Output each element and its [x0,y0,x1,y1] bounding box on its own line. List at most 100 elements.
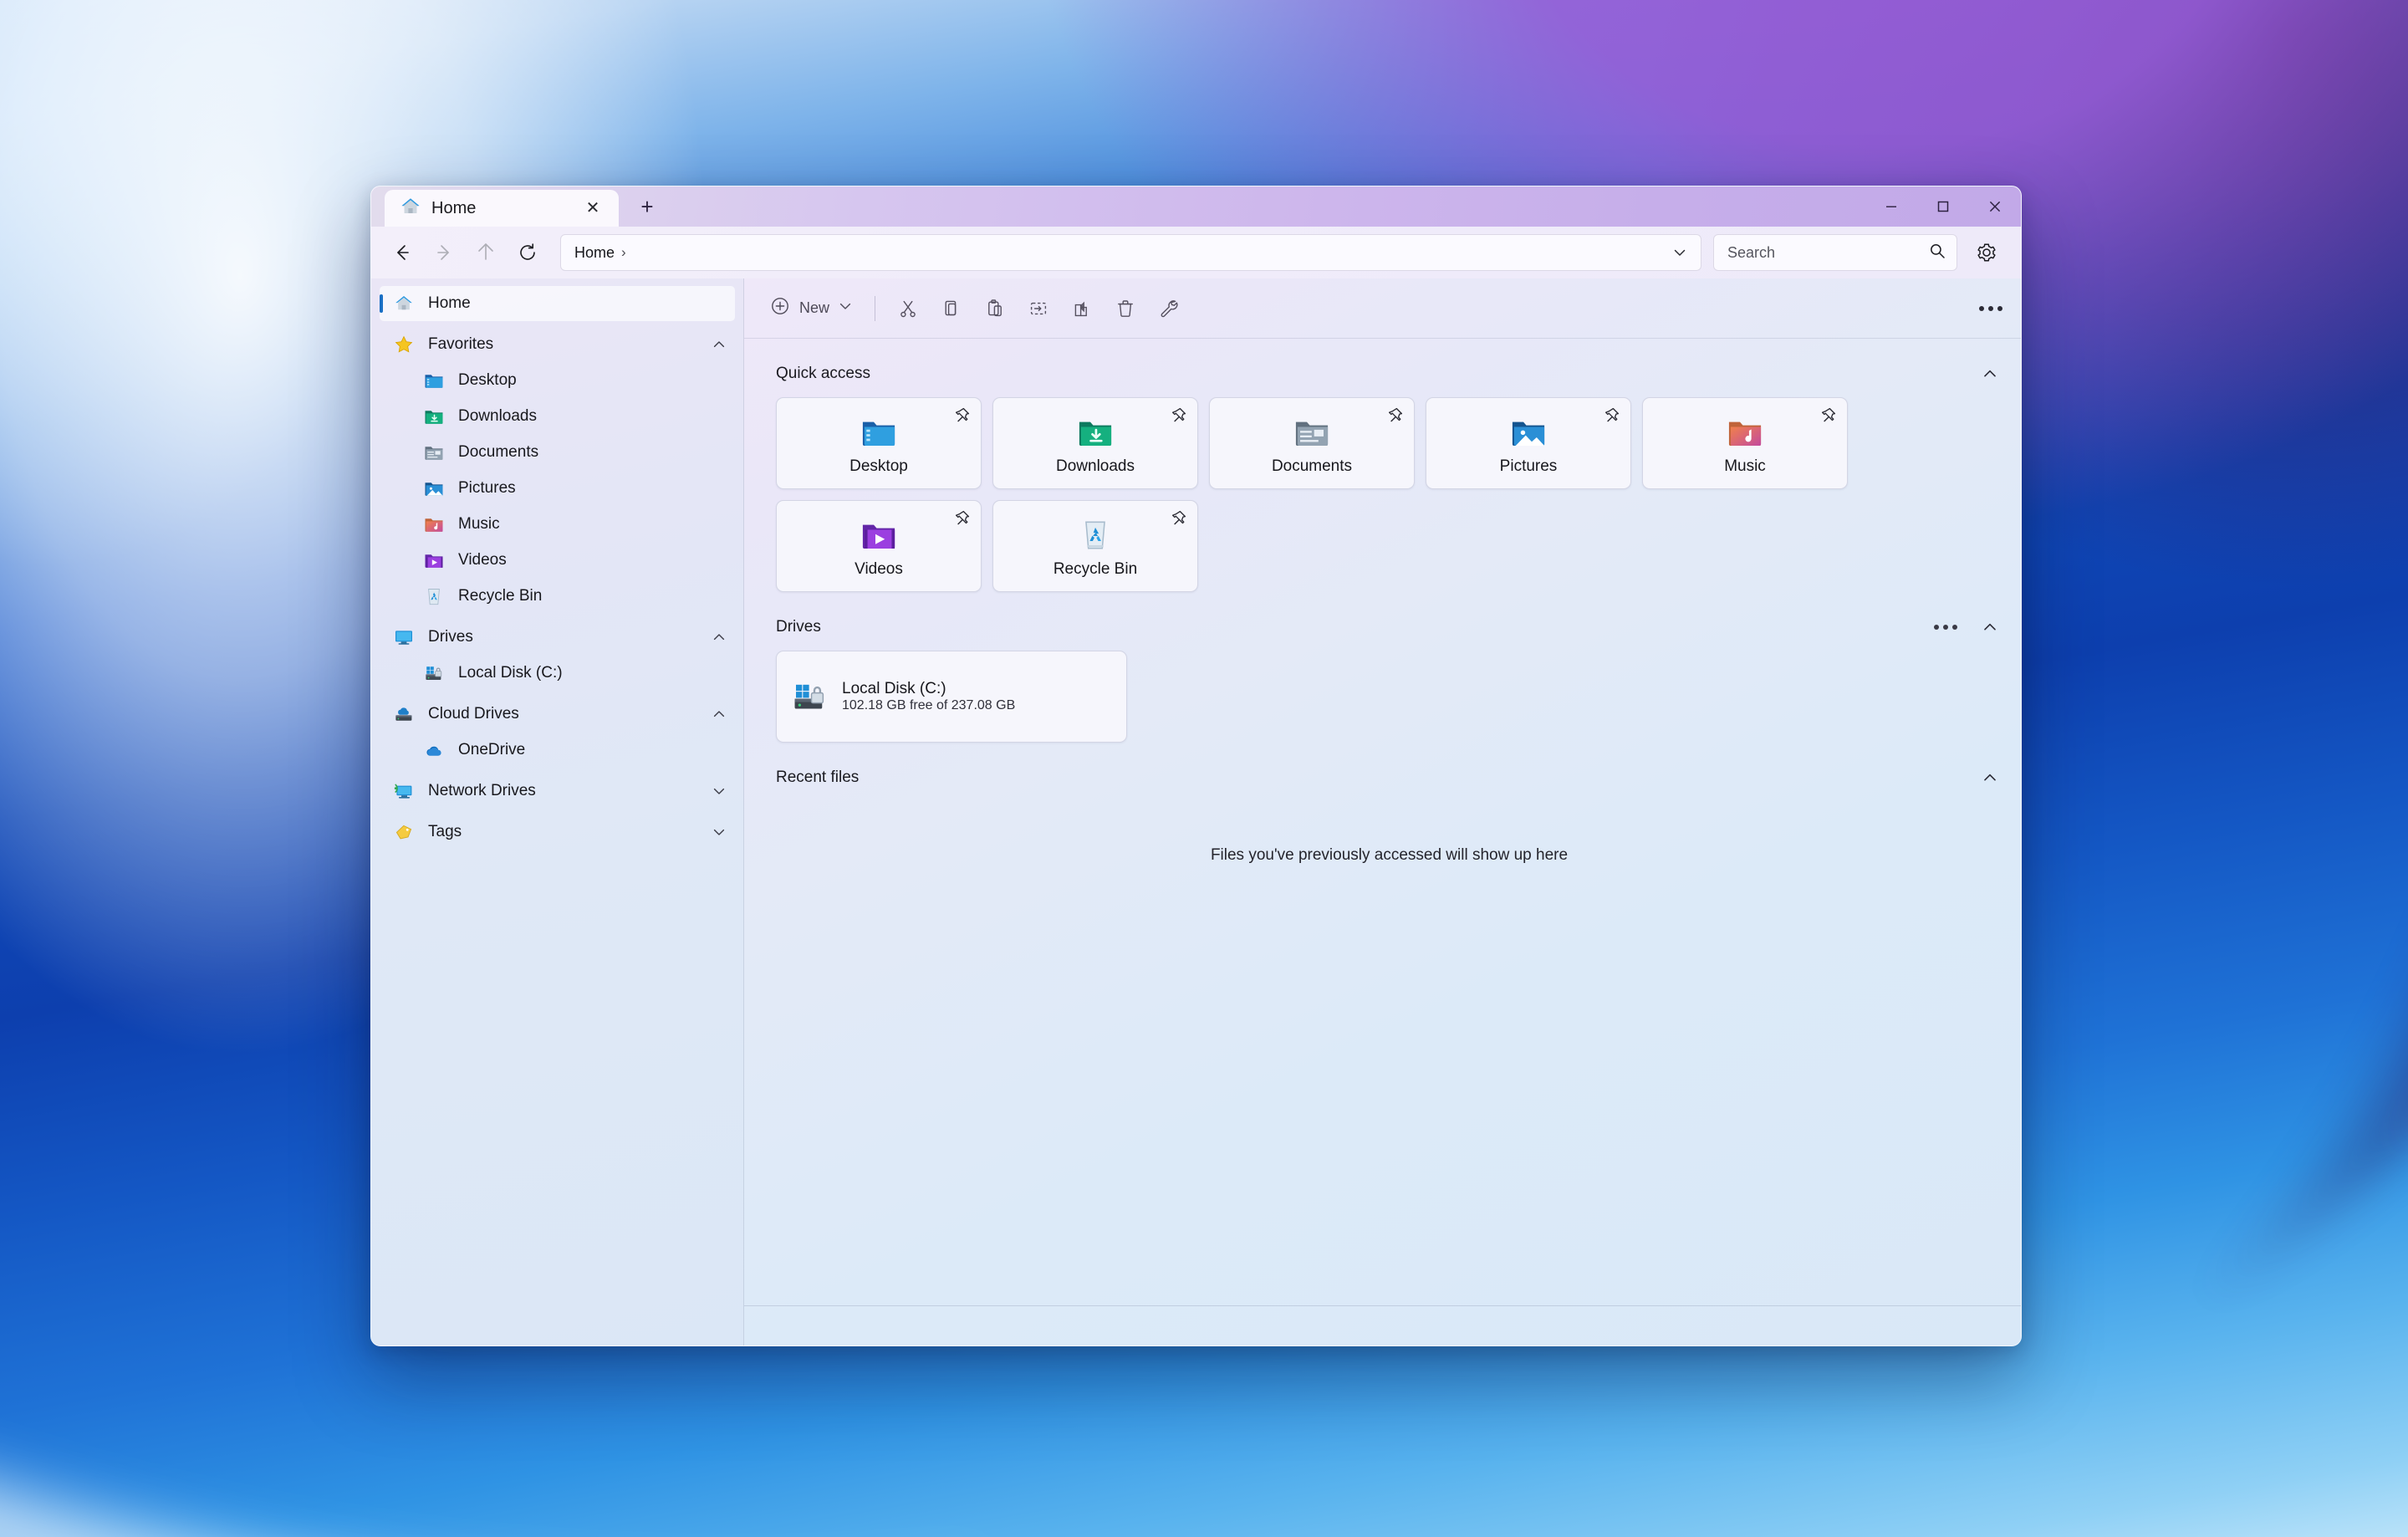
sidebar-item-desktop[interactable]: Desktop [380,363,735,398]
quick-access-tile-videos[interactable]: Videos [776,500,982,592]
quick-access-tile-music[interactable]: Music [1642,397,1848,489]
forward-button[interactable] [425,233,463,272]
new-tab-button[interactable]: + [630,190,664,223]
settings-gear-icon[interactable] [1967,233,2006,272]
folder-videos-icon [860,513,897,552]
local-disk-icon [790,680,829,713]
sidebar-item-recycle-bin[interactable]: Recycle Bin [380,579,735,614]
drive-info: Local Disk (C:) 102.18 GB free of 237.08… [842,680,1110,713]
ellipsis-icon [1979,306,2002,311]
tab-strip: Home ✕ + [371,186,664,227]
chevron-up-icon[interactable] [1977,765,2002,790]
onedrive-icon [421,742,446,758]
tag-icon [391,823,416,841]
navigation-sidebar: Home Favorites [371,278,744,1346]
sidebar-item-pictures[interactable]: Pictures [380,471,735,506]
recycle-bin-icon [421,586,446,606]
chevron-down-icon[interactable] [712,784,727,799]
drive-card-local-disk[interactable]: Local Disk (C:) 102.18 GB free of 237.08… [776,651,1127,743]
search-input[interactable] [1727,244,1928,262]
paste-icon[interactable] [974,290,1016,327]
sidebar-item-home[interactable]: Home [380,286,735,321]
breadcrumb-item-home[interactable]: Home [574,244,615,262]
quick-access-tile-downloads[interactable]: Downloads [992,397,1198,489]
sidebar-item-label: Documents [458,443,538,462]
chevron-down-icon[interactable] [1664,237,1696,268]
search-box[interactable] [1713,234,1957,271]
sidebar-item-local-disk[interactable]: Local Disk (C:) [380,656,735,691]
quick-access-header: Quick access [776,350,2002,397]
section-title: Recent files [776,768,859,787]
sidebar-item-tags[interactable]: Tags [380,814,735,850]
tab-label: Home [431,199,476,218]
content-scroll-area[interactable]: Quick access [744,339,2021,1305]
quick-access-tile-desktop[interactable]: Desktop [776,397,982,489]
command-bar: New [744,278,2021,339]
new-button[interactable]: New [759,290,863,327]
sidebar-item-drives[interactable]: Drives [380,620,735,655]
up-button[interactable] [467,233,505,272]
chevron-up-icon[interactable] [1977,615,2002,640]
search-icon[interactable] [1928,242,1946,264]
sidebar-item-onedrive[interactable]: OneDrive [380,733,735,768]
chevron-up-icon[interactable] [712,337,727,352]
pin-icon[interactable] [952,406,971,429]
folder-music-icon [1727,411,1763,449]
folder-downloads-icon [421,407,446,426]
back-button[interactable] [383,233,421,272]
file-explorer-window: Home ✕ + [370,186,2022,1346]
sidebar-item-label: Pictures [458,479,516,498]
pin-icon[interactable] [952,509,971,532]
quick-access-grid: Desktop [776,397,2002,592]
sidebar-item-label: Music [458,515,500,534]
plus-circle-icon [769,295,791,321]
sidebar-item-cloud-drives[interactable]: Cloud Drives [380,697,735,732]
sidebar-item-label: Videos [458,551,507,569]
share-icon[interactable] [1061,290,1103,327]
copy-icon[interactable] [931,290,972,327]
sidebar-item-label: OneDrive [458,741,525,759]
sidebar-item-label: Recycle Bin [458,587,542,605]
sidebar-item-downloads[interactable]: Downloads [380,399,735,434]
folder-downloads-icon [1077,411,1114,449]
chevron-up-icon[interactable] [712,707,727,722]
tile-label: Videos [855,560,903,579]
wrench-icon[interactable] [1148,290,1190,327]
chevron-up-icon[interactable] [712,630,727,645]
minimize-button[interactable] [1865,186,1917,227]
close-button[interactable] [1969,186,2021,227]
status-bar [744,1305,2021,1346]
chevron-down-icon[interactable] [838,299,853,318]
command-bar-overflow-button[interactable] [1979,306,2002,311]
chevron-down-icon[interactable] [712,825,727,840]
rename-icon[interactable] [1018,290,1059,327]
scissors-icon[interactable] [887,290,929,327]
section-title: Quick access [776,365,870,383]
sidebar-item-music[interactable]: Music [380,507,735,542]
sidebar-item-label: Local Disk (C:) [458,664,563,682]
tile-label: Recycle Bin [1054,560,1137,579]
chevron-up-icon[interactable] [1977,361,2002,386]
pin-icon[interactable] [1602,406,1620,429]
quick-access-tile-documents[interactable]: Documents [1209,397,1415,489]
maximize-button[interactable] [1917,186,1969,227]
trash-icon[interactable] [1105,290,1146,327]
pin-icon[interactable] [1169,406,1187,429]
sidebar-item-documents[interactable]: Documents [380,435,735,470]
pin-icon[interactable] [1169,509,1187,532]
folder-pictures-icon [421,479,446,498]
pin-icon[interactable] [1385,406,1404,429]
sidebar-item-network-drives[interactable]: Network Drives [380,774,735,809]
navigation-bar: Home › [371,227,2021,278]
drives-overflow-button[interactable] [1927,620,1964,635]
close-icon[interactable]: ✕ [579,194,607,222]
tab-home[interactable]: Home ✕ [385,190,619,227]
sidebar-item-videos[interactable]: Videos [380,543,735,578]
quick-access-tile-pictures[interactable]: Pictures [1426,397,1631,489]
address-bar[interactable]: Home › [560,234,1701,271]
sidebar-item-favorites[interactable]: Favorites [380,327,735,362]
quick-access-tile-recycle-bin[interactable]: Recycle Bin [992,500,1198,592]
pin-icon[interactable] [1819,406,1837,429]
refresh-icon[interactable] [508,233,547,272]
recent-files-header: Recent files [776,754,2002,801]
